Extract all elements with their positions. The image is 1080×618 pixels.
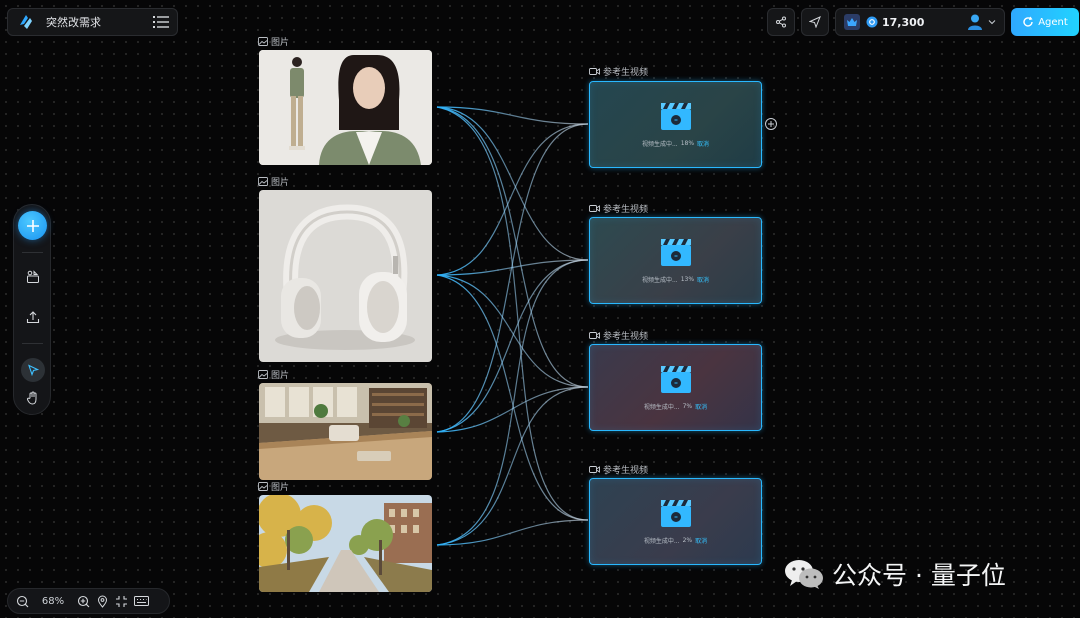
- chevron-down-icon[interactable]: [988, 19, 996, 25]
- add-connection-handle[interactable]: [765, 118, 777, 130]
- video-status: 视频生成中... 7% 取消: [643, 402, 708, 411]
- share-icon: [776, 16, 786, 28]
- video-camera-icon: [589, 466, 600, 473]
- asset-library-icon: [27, 270, 39, 283]
- fit-screen-icon[interactable]: [115, 595, 128, 608]
- video-node-label: 参考生视频: [589, 463, 648, 476]
- keyboard-icon[interactable]: [134, 595, 149, 607]
- list-menu-icon[interactable]: [153, 15, 169, 29]
- rail-divider: [22, 252, 43, 253]
- image-node-portrait[interactable]: [259, 50, 432, 165]
- agent-label: Agent: [1038, 16, 1068, 28]
- agent-refresh-icon: [1023, 16, 1033, 27]
- image-icon: [258, 482, 268, 491]
- zoom-level[interactable]: 68%: [35, 596, 71, 607]
- video-camera-icon: [589, 205, 600, 212]
- crown-icon: [844, 14, 860, 30]
- image-node-street[interactable]: [259, 495, 432, 592]
- edge: [436, 519, 589, 546]
- zoom-out-icon[interactable]: [16, 595, 29, 608]
- video-status: 视频生成中... 2% 取消: [643, 536, 708, 545]
- street-image: [259, 495, 432, 592]
- send-icon: [809, 16, 821, 28]
- image-node-library[interactable]: [259, 383, 432, 480]
- video-status: 视频生成中... 18% 取消: [641, 139, 710, 148]
- image-icon: [258, 370, 268, 379]
- video-node[interactable]: 视频生成中... 18% 取消: [589, 81, 762, 168]
- agent-button[interactable]: Agent: [1011, 8, 1079, 36]
- library-image: [259, 383, 432, 480]
- plus-icon: [26, 219, 39, 232]
- video-camera-icon: [589, 68, 600, 75]
- rail-divider: [22, 343, 43, 344]
- zoom-in-icon[interactable]: [77, 595, 90, 608]
- coin-icon: [866, 16, 878, 28]
- edge: [436, 123, 589, 433]
- image-node-headphones[interactable]: [259, 190, 432, 362]
- plus-icon: [768, 121, 774, 127]
- image-node-label: 图片: [258, 480, 289, 493]
- video-node-label: 参考生视频: [589, 202, 648, 215]
- edge: [436, 106, 589, 388]
- video-node[interactable]: 视频生成中... 2% 取消: [589, 478, 762, 565]
- cancel-link[interactable]: 取消: [697, 275, 709, 284]
- select-tool-button[interactable]: [21, 358, 45, 382]
- video-node-label: 参考生视频: [589, 329, 648, 342]
- image-node-label: 图片: [258, 368, 289, 381]
- video-node-label: 参考生视频: [589, 65, 648, 78]
- image-node-label: 图片: [258, 175, 289, 188]
- video-node[interactable]: 视频生成中... 7% 取消: [589, 344, 762, 431]
- headphones-image: [259, 190, 432, 362]
- avatar-icon[interactable]: [966, 13, 984, 31]
- image-node-label: 图片: [258, 35, 289, 48]
- zoom-bar: 68%: [7, 588, 170, 614]
- image-icon: [258, 37, 268, 46]
- locate-icon[interactable]: [96, 595, 109, 608]
- project-pill[interactable]: 突然改需求: [7, 8, 178, 36]
- project-title[interactable]: 突然改需求: [46, 14, 153, 30]
- edge: [436, 123, 589, 276]
- edge: [436, 274, 589, 521]
- video-node[interactable]: 视频生成中... 13% 取消: [589, 217, 762, 304]
- edge: [436, 274, 589, 388]
- upload-icon: [26, 311, 40, 324]
- add-node-button[interactable]: [18, 211, 47, 240]
- watermark-text: 公众号 · 量子位: [832, 561, 1006, 590]
- send-button[interactable]: [801, 8, 829, 36]
- canvas[interactable]: 突然改需求 17,300 Agent 68% 图片 图片 图片 图片 参考生视频…: [0, 0, 1080, 618]
- cancel-link[interactable]: 取消: [697, 139, 709, 148]
- portrait-image: [259, 50, 432, 165]
- video-camera-icon: [589, 332, 600, 339]
- tool-rail: [13, 204, 51, 415]
- clapperboard-icon: [660, 366, 691, 393]
- cancel-link[interactable]: 取消: [695, 536, 707, 545]
- cursor-icon: [28, 364, 39, 376]
- video-status: 视频生成中... 13% 取消: [641, 275, 710, 284]
- clapperboard-icon: [660, 500, 691, 527]
- watermark: 公众号 · 量子位: [784, 556, 1006, 592]
- hand-tool-button[interactable]: [14, 383, 52, 413]
- credits-count: 17,300: [882, 15, 925, 29]
- wechat-icon: [785, 560, 823, 589]
- hand-icon: [26, 391, 37, 405]
- connection-lines: [436, 106, 589, 546]
- image-icon: [258, 177, 268, 186]
- clapperboard-icon: [660, 239, 691, 266]
- edge: [436, 106, 589, 521]
- upload-button[interactable]: [14, 302, 52, 332]
- cancel-link[interactable]: 取消: [695, 402, 707, 411]
- clapperboard-icon: [660, 103, 691, 130]
- credits-pill[interactable]: 17,300: [835, 8, 1005, 36]
- asset-library-button[interactable]: [14, 262, 52, 292]
- share-button[interactable]: [767, 8, 795, 36]
- app-logo-icon: [20, 15, 32, 29]
